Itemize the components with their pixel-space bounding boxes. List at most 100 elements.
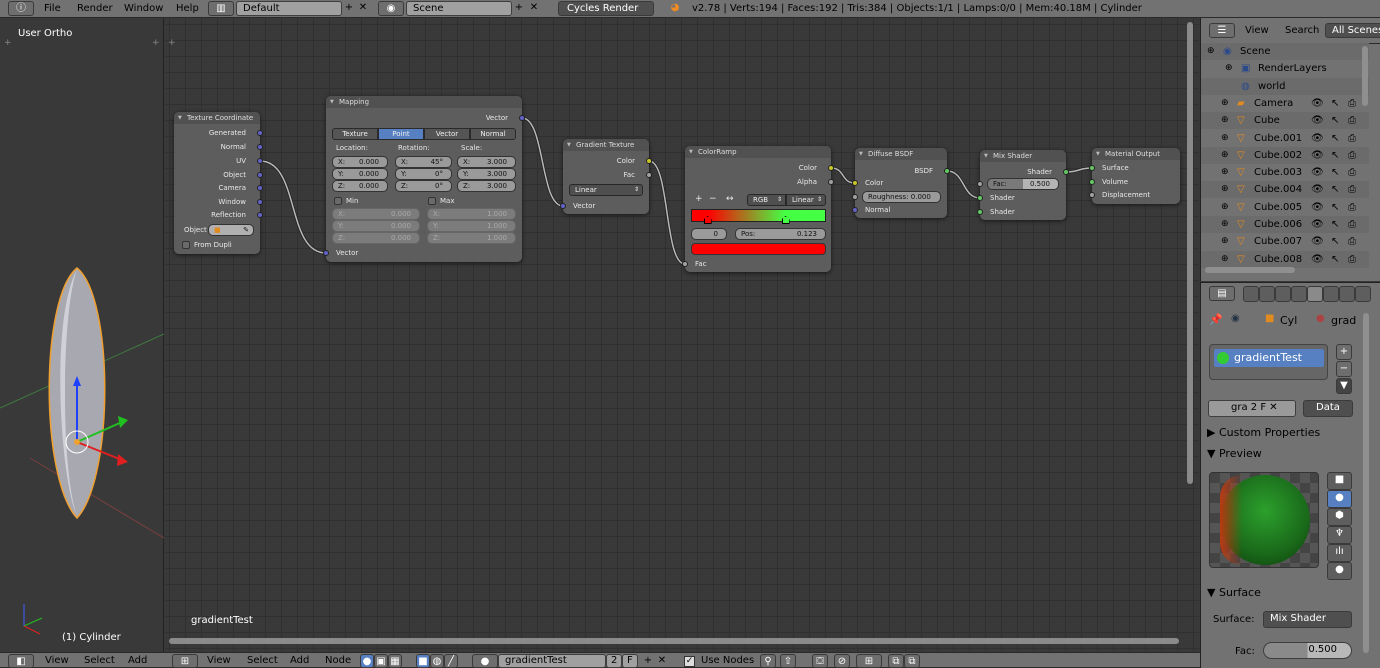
rotation-x-field[interactable]: X: 45° (395, 156, 452, 168)
tab-vector[interactable]: Vector (424, 128, 470, 140)
properties-scrollbar[interactable] (1363, 313, 1369, 653)
menu-file[interactable]: File (44, 3, 61, 14)
output-socket-reflection[interactable] (257, 212, 263, 218)
visibility-eye-icon[interactable]: 👁 (1311, 130, 1324, 147)
interpolation-dropdown[interactable]: Linear (786, 194, 826, 206)
expand-icon[interactable]: ⊕ (1221, 251, 1229, 268)
selectable-arrow-icon[interactable]: ↖ (1331, 233, 1339, 250)
render-engine-select[interactable]: Cycles Render (558, 1, 654, 16)
node-menu-node[interactable]: Node (325, 655, 351, 666)
output-socket-color[interactable] (646, 158, 652, 164)
expand-icon[interactable]: ⊕ (1221, 147, 1229, 164)
expand-icon[interactable]: ⊕ (1221, 233, 1229, 250)
input-socket-volume[interactable] (1089, 179, 1095, 185)
viewport-editor-type-icon[interactable]: ◧ (8, 654, 34, 668)
colorramp-node[interactable]: ColorRamp Color Alpha + − ↔ RGB Linear 0… (682, 146, 834, 272)
scale-z-field[interactable]: Z: 3.000 (457, 180, 516, 192)
editor-type-icon[interactable]: ☰ (1209, 23, 1235, 38)
outliner-menu-search[interactable]: Search (1285, 25, 1319, 36)
properties-editor[interactable]: ▤ 📌 ◉ ■ Cyl ● grad gradientTest + − ▼ gr… (1200, 282, 1380, 668)
info-icon[interactable]: ⓘ (8, 1, 34, 16)
snap-element-icon[interactable]: ⊘ (834, 654, 850, 668)
renderable-camera-icon[interactable]: ⎙ (1348, 112, 1356, 129)
shader-type-world-icon[interactable]: ▣ (374, 654, 388, 668)
color-mode-dropdown[interactable]: RGB (747, 194, 786, 206)
pin-node-tree-icon[interactable]: ⚲ (760, 654, 776, 668)
fac-field[interactable]: Fac: 0.500 (987, 178, 1059, 190)
tab-constraints-icon[interactable] (1323, 286, 1339, 302)
scene-icon[interactable]: ◉ (378, 1, 404, 16)
unlink-material-icon[interactable]: ✕ (656, 654, 668, 668)
snap-toggle-icon[interactable]: ⛋ (812, 654, 828, 668)
renderable-camera-icon[interactable]: ⎙ (1348, 181, 1356, 198)
renderable-camera-icon[interactable]: ⎙ (1348, 164, 1356, 181)
renderable-camera-icon[interactable]: ⎙ (1348, 95, 1356, 112)
input-socket-surface[interactable] (1089, 165, 1095, 171)
visibility-eye-icon[interactable]: 👁 (1311, 112, 1324, 129)
outliner-vertical-scrollbar[interactable] (1362, 46, 1368, 106)
stop-position-field[interactable]: Pos: 0.123 (735, 228, 826, 240)
viewport-menu-add[interactable]: Add (128, 655, 147, 666)
texture-coordinate-node[interactable]: Texture Coordinate Generated Normal UV O… (174, 112, 263, 254)
renderable-camera-icon[interactable]: ⎙ (1348, 147, 1356, 164)
viewport-menu-view[interactable]: View (45, 655, 69, 666)
add-slot-button[interactable]: + (1336, 344, 1352, 360)
outliner-item[interactable]: ⊕ ▽ Cube.003 👁 ↖ ⎙ (1201, 164, 1369, 181)
node-editor[interactable]: + gradientTest (165, 18, 1199, 652)
preview-sphere-a-lot-button[interactable]: ● (1327, 562, 1352, 580)
input-socket-fac[interactable] (682, 261, 688, 267)
preview-sphere-button[interactable]: ● (1327, 490, 1352, 508)
outliner-item[interactable]: ⊕ ▣ RenderLayers (1201, 60, 1369, 77)
node-menu-add[interactable]: Add (290, 655, 309, 666)
outliner-item[interactable]: ⊕ ▽ Cube.002 👁 ↖ ⎙ (1201, 146, 1369, 164)
custom-properties-panel[interactable]: ▶ Custom Properties (1207, 426, 1357, 439)
gradient-type-dropdown[interactable]: Linear (569, 184, 643, 196)
visibility-eye-icon[interactable]: 👁 (1311, 251, 1324, 268)
selectable-arrow-icon[interactable]: ↖ (1331, 216, 1339, 233)
object-picker[interactable]: ■ ✎ (208, 224, 254, 236)
output-socket-generated[interactable] (257, 130, 263, 136)
rotation-y-field[interactable]: Y: 0° (395, 168, 452, 180)
material-users-field[interactable]: 2 (606, 654, 622, 668)
material-slot-item[interactable]: gradientTest (1214, 349, 1324, 367)
tab-normal[interactable]: Normal (470, 128, 516, 140)
visibility-eye-icon[interactable]: 👁 (1311, 233, 1324, 250)
tab-render-layers-icon[interactable] (1259, 286, 1275, 302)
renderable-camera-icon[interactable]: ⎙ (1348, 216, 1356, 233)
tab-scene-icon[interactable] (1275, 286, 1291, 302)
material-browse-icon[interactable]: ● (472, 654, 498, 668)
copy-nodes-icon[interactable]: ⧉ (888, 654, 904, 668)
stop-index-field[interactable]: 0 (691, 228, 727, 240)
output-socket-bsdf[interactable] (944, 168, 950, 174)
toolshelf-toggle[interactable]: + (168, 38, 176, 48)
rotation-z-field[interactable]: Z: 0° (395, 180, 452, 192)
input-socket-displacement[interactable] (1089, 192, 1095, 198)
selectable-arrow-icon[interactable]: ↖ (1331, 112, 1339, 129)
scale-x-field[interactable]: X: 3.000 (457, 156, 516, 168)
menu-help[interactable]: Help (176, 3, 199, 14)
selectable-arrow-icon[interactable]: ↖ (1331, 164, 1339, 181)
visibility-eye-icon[interactable]: 👁 (1311, 147, 1324, 164)
preview-panel[interactable]: ▼ Preview (1207, 447, 1357, 460)
material-name-field[interactable]: gradientTest (498, 654, 606, 668)
add-stop-icon[interactable]: + (695, 195, 703, 204)
outliner-horizontal-scrollbar[interactable] (1205, 267, 1295, 273)
output-socket-alpha[interactable] (828, 179, 834, 185)
output-socket-normal[interactable] (257, 144, 263, 150)
renderable-camera-icon[interactable]: ⎙ (1348, 251, 1356, 268)
display-mode-dropdown[interactable]: All Scenes (1325, 23, 1380, 38)
selectable-arrow-icon[interactable]: ↖ (1331, 95, 1339, 112)
renderable-camera-icon[interactable]: ⎙ (1348, 199, 1356, 216)
visibility-eye-icon[interactable]: 👁 (1311, 199, 1324, 216)
max-checkbox[interactable] (428, 197, 436, 205)
slot-specials-button[interactable]: ▼ (1336, 378, 1352, 394)
tab-point[interactable]: Point (378, 128, 424, 140)
input-socket-vector[interactable] (323, 250, 329, 256)
diffuse-bsdf-node[interactable]: Diffuse BSDF BSDF Color Roughness: 0.000… (852, 148, 950, 218)
flip-ramp-icon[interactable]: ↔ (726, 195, 734, 204)
menu-render[interactable]: Render (77, 3, 113, 14)
paste-nodes-icon[interactable]: ⧉ (904, 654, 920, 668)
input-socket-normal[interactable] (852, 207, 858, 213)
outliner-item[interactable]: ⊕ ▽ Cube.005 👁 ↖ ⎙ (1201, 199, 1369, 216)
new-material-icon[interactable]: + (642, 654, 654, 668)
